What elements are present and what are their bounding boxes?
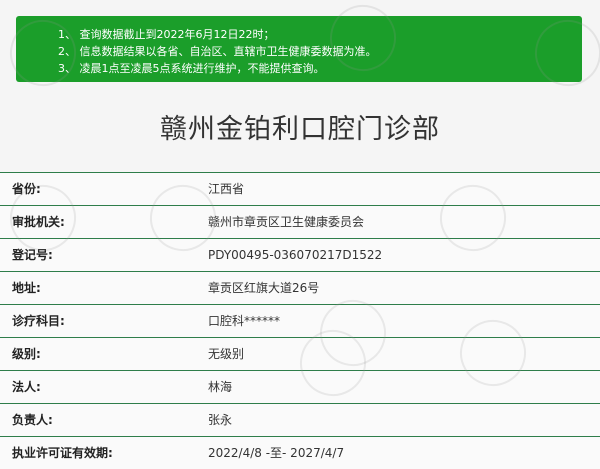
row-label: 省份: [12, 182, 41, 196]
info-table: 省份: 江西省 审批机关: 赣州市章贡区卫生健康委员会 登记号: PDY0049… [0, 172, 600, 469]
notice-line-2: 2、 信息数据结果以各省、自治区、直辖市卫生健康委数据为准。 [58, 45, 377, 58]
row-label: 审批机关: [12, 215, 65, 229]
table-row-departments: 诊疗科目: 口腔科****** [0, 305, 600, 338]
row-value: 张永 [208, 413, 233, 427]
row-value: 江西省 [208, 182, 245, 196]
table-row-approval-authority: 审批机关: 赣州市章贡区卫生健康委员会 [0, 206, 600, 239]
row-value: 赣州市章贡区卫生健康委员会 [208, 215, 365, 229]
row-label: 登记号: [12, 248, 53, 262]
row-label: 负责人: [12, 413, 53, 427]
table-row-province: 省份: 江西省 [0, 173, 600, 206]
notice-line-1: 1、 查询数据截止到2022年6月12日22时； [58, 28, 275, 41]
page: 1、 查询数据截止到2022年6月12日22时； 2、 信息数据结果以各省、自治… [0, 0, 600, 469]
row-label: 诊疗科目: [12, 314, 65, 328]
notice-line-3: 3、 凌晨1点至凌晨5点系统进行维护，不能提供查询。 [58, 62, 325, 75]
row-value: 口腔科****** [208, 314, 281, 328]
row-value: 2022/4/8 -至- 2027/4/7 [208, 446, 345, 460]
row-label: 法人: [12, 380, 41, 394]
table-row-person-in-charge: 负责人: 张永 [0, 404, 600, 437]
row-label: 执业许可证有效期: [12, 446, 113, 460]
row-label: 地址: [12, 281, 41, 295]
table-row-level: 级别: 无级别 [0, 338, 600, 371]
table-row-legal-person: 法人: 林海 [0, 371, 600, 404]
row-value: 林海 [208, 380, 233, 394]
table-row-license-validity: 执业许可证有效期: 2022/4/8 -至- 2027/4/7 [0, 437, 600, 469]
table-row-registration-number: 登记号: PDY00495-036070217D1522 [0, 239, 600, 272]
table-row-address: 地址: 章贡区红旗大道26号 [0, 272, 600, 305]
row-value: 章贡区红旗大道26号 [208, 281, 320, 295]
notice-banner: 1、 查询数据截止到2022年6月12日22时； 2、 信息数据结果以各省、自治… [16, 16, 582, 82]
row-label: 级别: [12, 347, 41, 361]
row-value: 无级别 [208, 347, 245, 361]
page-title: 赣州金铂利口腔门诊部 [160, 114, 440, 145]
row-value: PDY00495-036070217D1522 [208, 248, 383, 262]
